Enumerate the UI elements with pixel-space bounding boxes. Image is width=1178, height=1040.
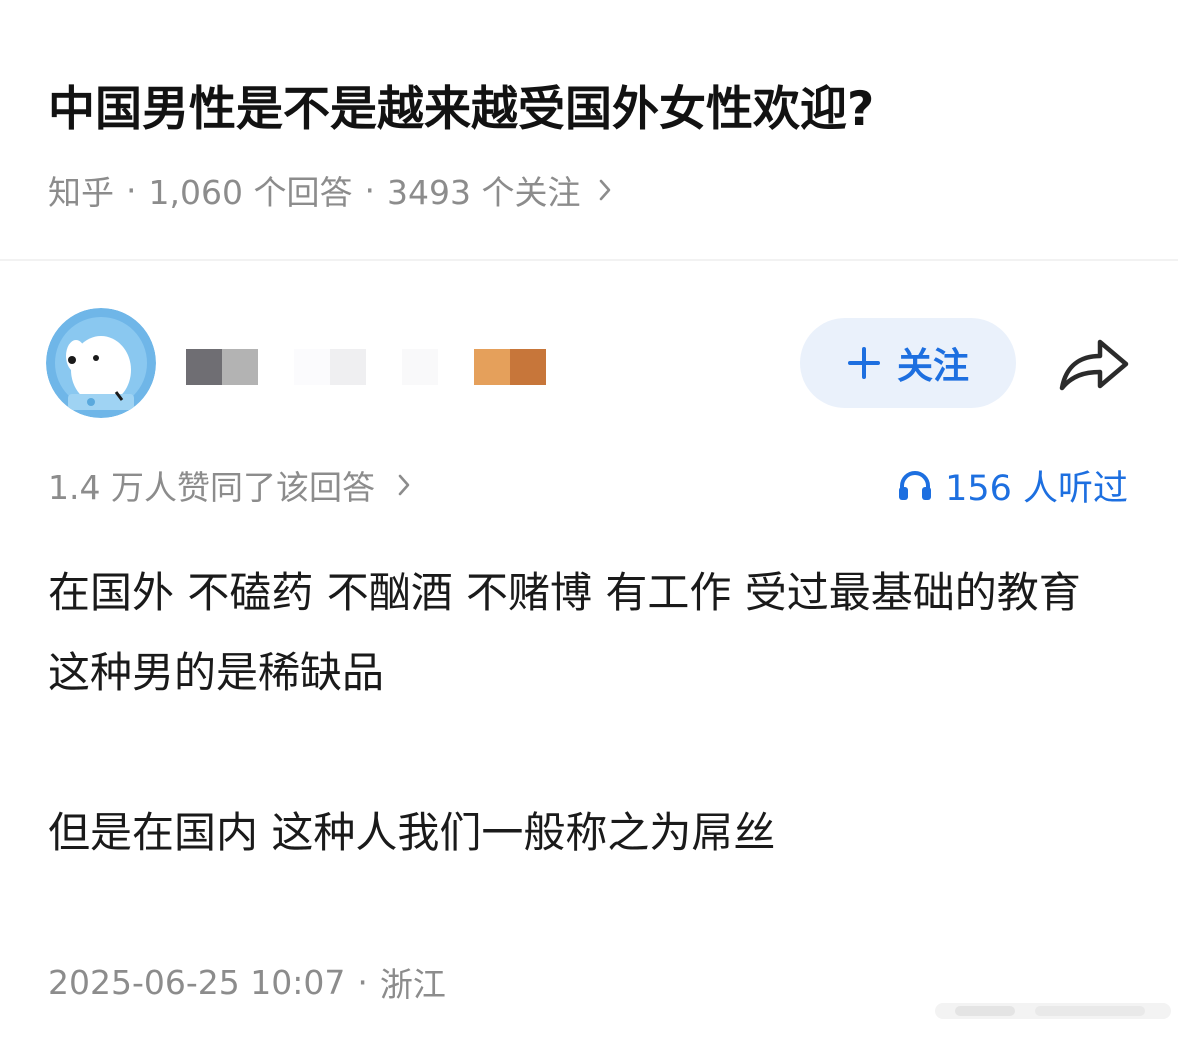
meta-separator: ·: [126, 170, 137, 210]
mosaic-block: [294, 349, 330, 385]
question-title[interactable]: 中国男性是不是越来越受国外女性欢迎?: [48, 78, 1148, 142]
chevron-right-icon: [598, 178, 612, 202]
answer-paragraph: 但是在国内 这种人我们一般称之为屌丝: [48, 808, 776, 857]
question-meta[interactable]: 知乎 · 1,060 个回答 · 3493 个关注: [48, 165, 612, 215]
mosaic-block: [402, 349, 438, 385]
mosaic-block: [474, 349, 510, 385]
listen-count[interactable]: 156 人听过: [897, 460, 1128, 510]
answer-paragraph: 在国外 不磕药 不酗酒 不赌博 有工作 受过最基础的教育 这种男的是稀缺品: [48, 568, 1081, 697]
answer-count: 1,060 个回答: [148, 173, 353, 212]
mosaic-block: [510, 349, 546, 385]
chevron-right-icon: [397, 473, 411, 497]
upvote-text: 1.4 万人赞同了该回答: [48, 468, 375, 507]
answer-footer: 2025-06-25 10:07 · 浙江: [48, 958, 446, 1006]
section-divider: [0, 259, 1178, 261]
answer-content: 在国外 不磕药 不酗酒 不赌博 有工作 受过最基础的教育 这种男的是稀缺品 但是…: [48, 553, 1128, 873]
answer-datetime: 2025-06-25 10:07: [48, 962, 346, 1002]
footer-separator: ·: [357, 962, 368, 1002]
source-label: 知乎: [48, 173, 114, 212]
author-avatar[interactable]: [46, 308, 156, 418]
plus-icon: [847, 346, 881, 380]
follow-button[interactable]: 关注: [800, 318, 1016, 408]
listen-text: 156 人听过: [945, 468, 1128, 509]
mosaic-block: [330, 349, 366, 385]
follower-count: 3493 个关注: [386, 173, 581, 212]
headphones-icon: [897, 468, 933, 502]
mosaic-block: [222, 349, 258, 385]
mosaic-block: [186, 349, 222, 385]
follow-label: 关注: [896, 346, 969, 387]
upvote-summary[interactable]: 1.4 万人赞同了该回答: [48, 460, 411, 510]
meta-separator: ·: [364, 170, 375, 210]
blurred-watermark: [935, 993, 1171, 1027]
share-icon[interactable]: [1056, 330, 1132, 396]
answer-location: 浙江: [379, 965, 446, 1004]
